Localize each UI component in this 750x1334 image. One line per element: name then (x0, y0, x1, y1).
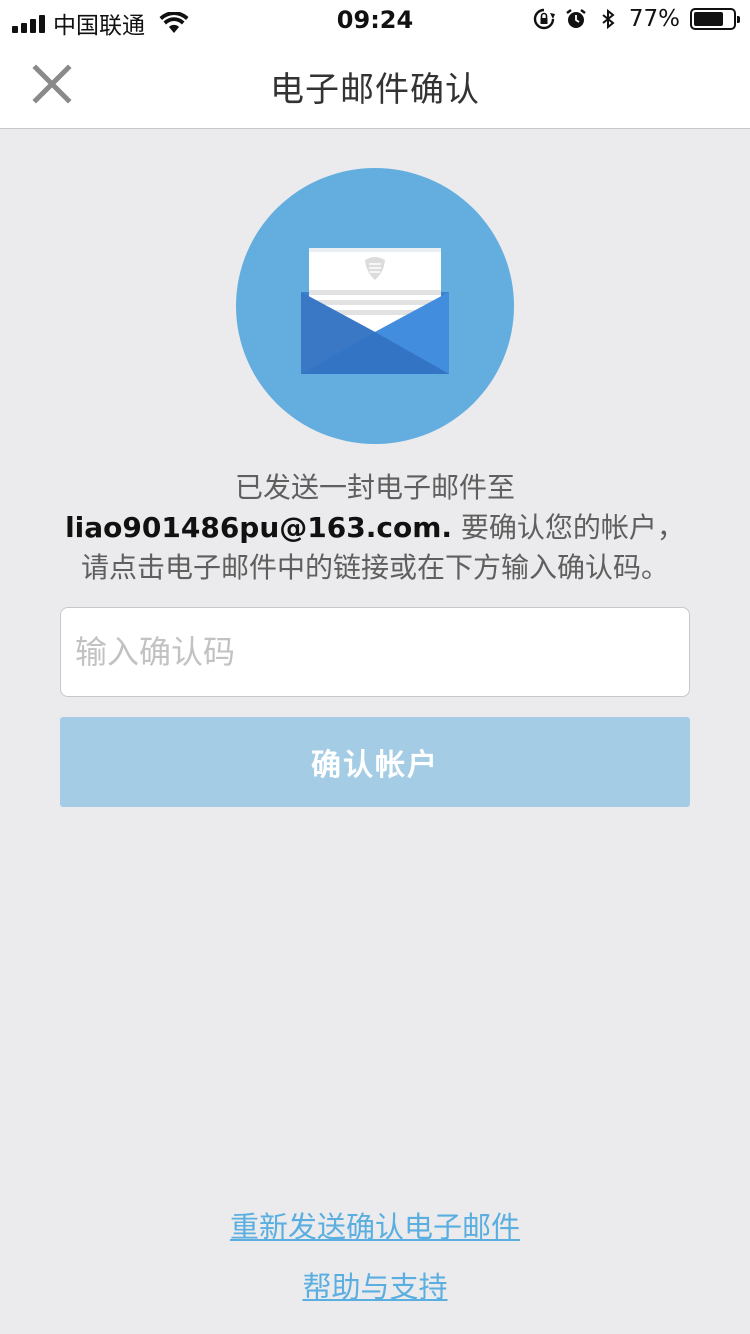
help-support-link[interactable]: 帮助与支持 (0, 1264, 750, 1306)
confirm-account-button[interactable]: 确认帐户 (60, 717, 690, 807)
message-line-1: 已发送一封电子邮件至 (234, 471, 515, 504)
alarm-icon (566, 9, 586, 28)
page-title: 电子邮件确认 (270, 70, 480, 110)
email-address: liao901486pu@163.com. (65, 511, 453, 544)
battery-icon (690, 8, 740, 30)
confirmation-message: 已发送一封电子邮件至 liao901486pu@163.com. 要确认您的帐户… (30, 468, 720, 588)
confirmation-code-input[interactable] (60, 607, 690, 697)
battery-fill (694, 12, 724, 26)
status-bar: 中国联通 09:24 77% (0, 0, 750, 40)
message-line-2-suffix: 要确认您的帐户， (452, 511, 685, 544)
message-line-3: 请点击电子邮件中的链接或在下方输入确认码。 (80, 551, 669, 584)
orientation-lock-icon (533, 8, 555, 30)
message-line-2: liao901486pu@163.com. 要确认您的帐户， (30, 508, 720, 548)
status-right: 77% (533, 6, 740, 32)
battery-percent: 77% (628, 6, 680, 32)
nav-bar: 电子邮件确认 (0, 40, 750, 129)
resend-email-link[interactable]: 重新发送确认电子邮件 (0, 1204, 750, 1246)
hero-circle (236, 168, 514, 444)
bluetooth-icon (602, 8, 615, 30)
envelope-icon (301, 248, 449, 374)
